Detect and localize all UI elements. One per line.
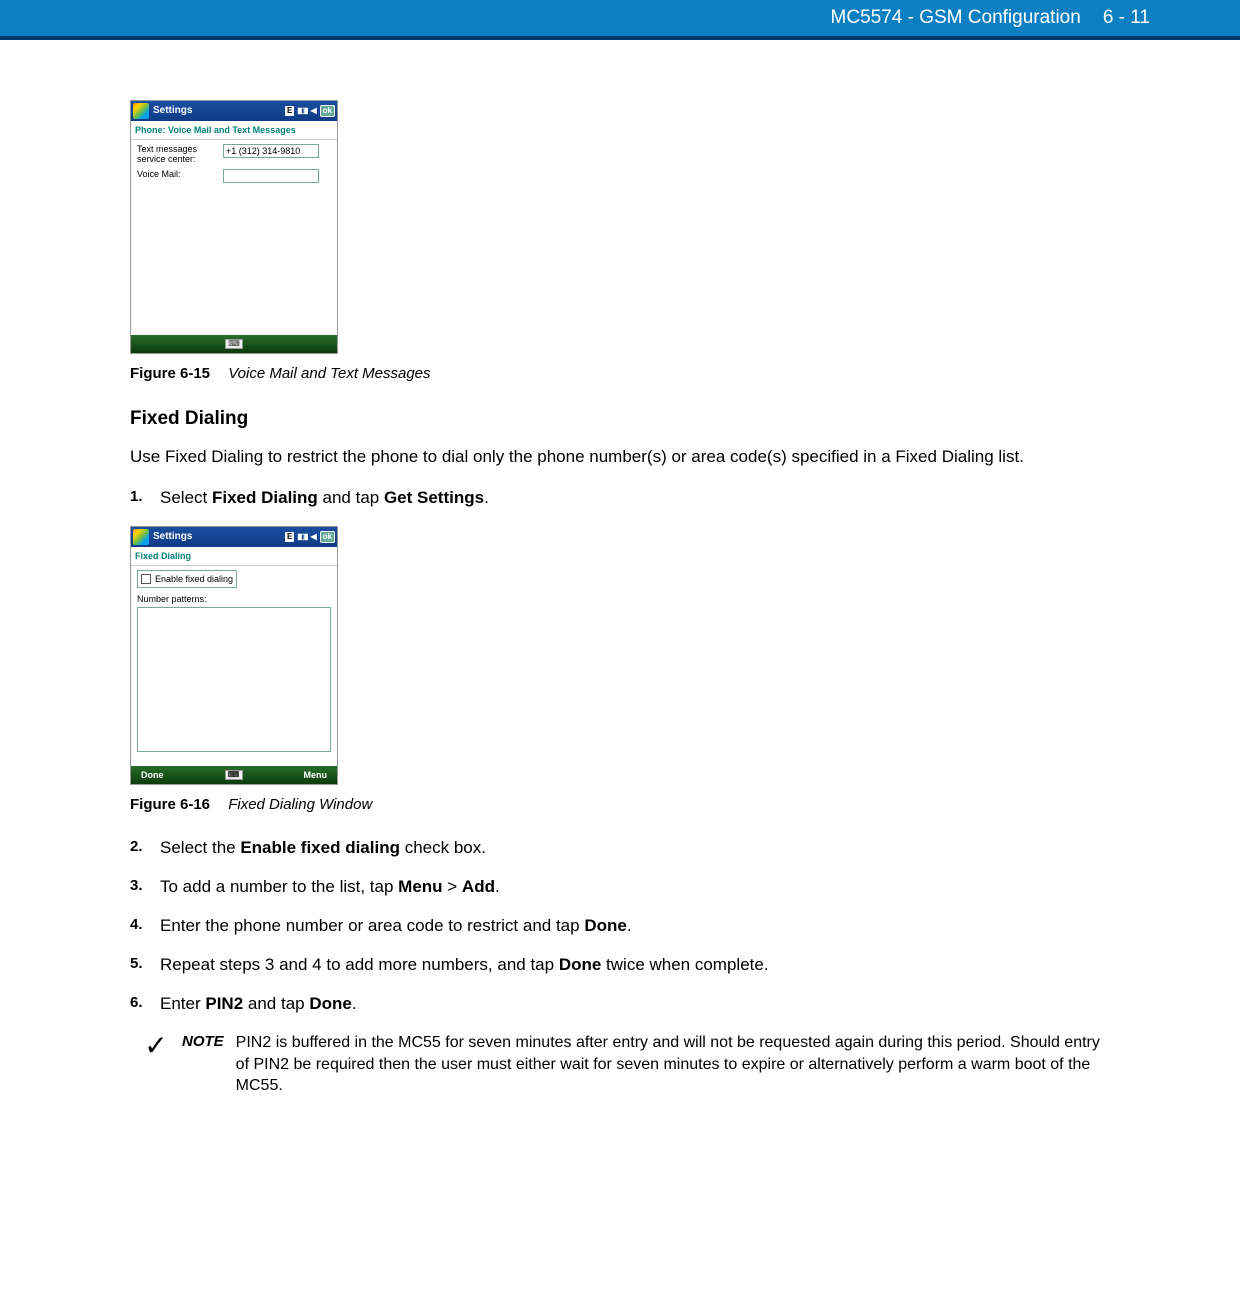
enable-fixed-dialing-checkbox[interactable]: Enable fixed dialing — [137, 570, 237, 588]
figure-16-text: Fixed Dialing Window — [228, 796, 372, 813]
keyboard-icon[interactable] — [225, 339, 243, 349]
figure-15-caption: Figure 6-15 Voice Mail and Text Messages — [130, 364, 1110, 384]
signal-icon — [297, 530, 307, 544]
figure-15-num: Figure 6-15 — [130, 365, 210, 382]
ss2-subtitle: Fixed Dialing — [131, 547, 337, 566]
note-block: ✓ NOTE PIN2 is buffered in the MC55 for … — [130, 1032, 1110, 1097]
step-6-text: Enter PIN2 and tap Done. — [160, 993, 1110, 1016]
ss-status-icons: E ok — [285, 104, 335, 118]
ss-titlebar: Settings E ok — [131, 101, 337, 121]
page-content: Settings E ok Phone: Voice Mail and Text… — [0, 40, 1240, 1137]
step-5-num: 5. — [130, 954, 160, 977]
ss-bottombar — [131, 335, 337, 353]
ss2-body: Enable fixed dialing Number patterns: — [131, 566, 337, 766]
note-label: NOTE — [182, 1032, 224, 1097]
number-patterns-listbox[interactable] — [137, 607, 331, 752]
step-5-text: Repeat steps 3 and 4 to add more numbers… — [160, 954, 1110, 977]
ss-body: Text messages service center: +1 (312) 3… — [131, 140, 337, 335]
step-2-text: Select the Enable fixed dialing check bo… — [160, 837, 1110, 860]
fixed-dialing-intro: Use Fixed Dialing to restrict the phone … — [130, 446, 1110, 469]
windows-start-icon — [133, 103, 149, 119]
ss-subtitle: Phone: Voice Mail and Text Messages — [131, 121, 337, 140]
number-patterns-label: Number patterns: — [137, 593, 331, 605]
enable-fixed-dialing-label: Enable fixed dialing — [155, 573, 233, 585]
step-2-num: 2. — [130, 837, 160, 860]
step-1-text: Select Fixed Dialing and tap Get Setting… — [160, 487, 1110, 510]
ss2-bottombar: Done Menu — [131, 766, 337, 784]
keyboard-icon[interactable] — [225, 770, 243, 780]
voice-mail-input[interactable] — [223, 169, 319, 183]
ok-button[interactable]: ok — [320, 105, 335, 118]
signal-icon — [297, 104, 307, 118]
screenshot-fixed-dialing: Settings E ok Fixed Dialing Enable fixed… — [130, 526, 338, 785]
step-3-num: 3. — [130, 876, 160, 899]
step-3-text: To add a number to the list, tap Menu > … — [160, 876, 1110, 899]
checkmark-icon: ✓ — [130, 1032, 182, 1060]
step-4-text: Enter the phone number or area code to r… — [160, 915, 1110, 938]
figure-16-caption: Figure 6-16 Fixed Dialing Window — [130, 795, 1110, 815]
network-e-icon: E — [285, 532, 294, 543]
ss2-titlebar: Settings E ok — [131, 527, 337, 547]
voice-mail-label: Voice Mail: — [137, 169, 217, 179]
step-1-num: 1. — [130, 487, 160, 510]
ss2-status-icons: E ok — [285, 530, 335, 544]
header-page-number: 6 - 11 — [1103, 7, 1150, 29]
menu-softkey[interactable]: Menu — [304, 769, 328, 781]
sms-center-label: Text messages service center: — [137, 144, 217, 165]
step-3: 3. To add a number to the list, tap Menu… — [130, 876, 1110, 899]
step-1: 1. Select Fixed Dialing and tap Get Sett… — [130, 487, 1110, 510]
page-header: MC5574 - GSM Configuration 6 - 11 — [0, 0, 1240, 40]
sound-icon — [311, 104, 317, 118]
ss2-settings-title: Settings — [153, 530, 285, 544]
step-5: 5. Repeat steps 3 and 4 to add more numb… — [130, 954, 1110, 977]
step-4-num: 4. — [130, 915, 160, 938]
sms-center-input[interactable]: +1 (312) 314-9810 — [223, 144, 319, 158]
screenshot-voicemail: Settings E ok Phone: Voice Mail and Text… — [130, 100, 338, 354]
section-heading-fixed-dialing: Fixed Dialing — [130, 406, 1110, 432]
done-softkey[interactable]: Done — [141, 769, 164, 781]
network-e-icon: E — [285, 106, 294, 117]
step-6-num: 6. — [130, 993, 160, 1016]
figure-15-text: Voice Mail and Text Messages — [228, 365, 430, 382]
note-text: PIN2 is buffered in the MC55 for seven m… — [236, 1032, 1110, 1097]
figure-16-num: Figure 6-16 — [130, 796, 210, 813]
step-6: 6. Enter PIN2 and tap Done. — [130, 993, 1110, 1016]
sound-icon — [311, 530, 317, 544]
checkbox-icon — [141, 574, 151, 584]
step-2: 2. Select the Enable fixed dialing check… — [130, 837, 1110, 860]
ss-settings-title: Settings — [153, 104, 285, 118]
ok-button[interactable]: ok — [320, 531, 335, 544]
header-title: MC5574 - GSM Configuration — [831, 7, 1081, 29]
step-4: 4. Enter the phone number or area code t… — [130, 915, 1110, 938]
windows-start-icon — [133, 529, 149, 545]
